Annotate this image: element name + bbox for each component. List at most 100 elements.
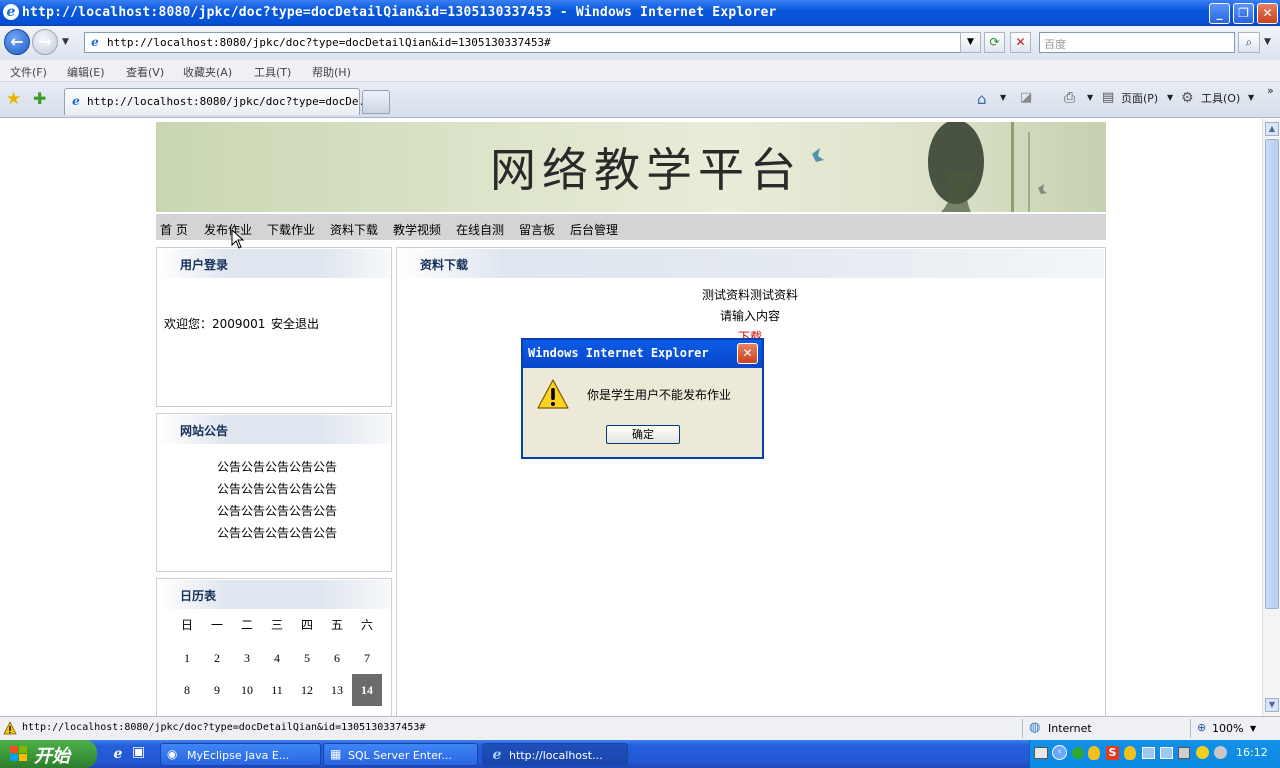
nav-home[interactable]: 首 页 bbox=[160, 221, 188, 238]
task-sql-server[interactable]: ▦ SQL Server Enter... bbox=[323, 743, 478, 766]
calendar-day[interactable]: 7 bbox=[352, 642, 382, 674]
calendar-day[interactable]: 1 bbox=[172, 642, 202, 674]
page-menu-button[interactable]: 页面(P) bbox=[1121, 90, 1158, 106]
login-panel-header: 用户登录 bbox=[158, 249, 390, 278]
weekday-header: 一 bbox=[210, 617, 223, 632]
stop-button[interactable]: ✕ bbox=[1010, 32, 1031, 53]
calendar-panel-title: 日历表 bbox=[180, 589, 217, 603]
calendar-day[interactable]: 8 bbox=[172, 674, 202, 706]
calendar-day[interactable]: 13 bbox=[322, 674, 352, 706]
calendar-day[interactable]: 15 bbox=[172, 706, 202, 717]
calendar-day[interactable]: 12 bbox=[292, 674, 322, 706]
tray-collapse-icon[interactable]: ‹ bbox=[1052, 745, 1067, 760]
calendar-day[interactable]: 18 bbox=[262, 706, 292, 717]
print-icon[interactable]: ⎙ bbox=[1064, 90, 1075, 106]
address-dropdown-icon[interactable]: ▼ bbox=[960, 32, 981, 53]
notice-line[interactable]: 公告公告公告公告公告 bbox=[217, 502, 337, 519]
menu-help[interactable]: 帮助(H) bbox=[312, 64, 351, 80]
sogou-icon[interactable]: S bbox=[1106, 746, 1119, 760]
menu-view[interactable]: 查看(V) bbox=[126, 64, 164, 80]
calendar-day[interactable]: 17 bbox=[232, 706, 262, 717]
scroll-thumb[interactable] bbox=[1265, 139, 1279, 609]
history-dropdown-icon[interactable]: ▼ bbox=[62, 37, 69, 47]
quicklaunch-ie-icon[interactable]: e bbox=[110, 746, 126, 762]
qq-icon[interactable] bbox=[1124, 746, 1136, 760]
nav-download-homework[interactable]: 下载作业 bbox=[267, 221, 315, 238]
calendar-day[interactable]: 4 bbox=[262, 642, 292, 674]
page-dropdown-icon[interactable]: ▼ bbox=[1167, 93, 1173, 102]
nav-message-board[interactable]: 留言板 bbox=[519, 221, 555, 238]
calendar-day[interactable]: 21 bbox=[352, 706, 382, 717]
logout-link[interactable]: 安全退出 bbox=[271, 315, 319, 332]
task-myeclipse[interactable]: ◉ MyEclipse Java E... bbox=[160, 743, 321, 766]
ok-button[interactable]: 确定 bbox=[606, 425, 680, 444]
forward-button[interactable]: → bbox=[32, 29, 58, 55]
menu-favorites[interactable]: 收藏夹(A) bbox=[183, 64, 232, 80]
nav-admin[interactable]: 后台管理 bbox=[570, 221, 618, 238]
tray-app-icon[interactable] bbox=[1178, 747, 1190, 759]
notice-line[interactable]: 公告公告公告公告公告 bbox=[217, 480, 337, 497]
search-input[interactable]: 百度 bbox=[1039, 32, 1235, 53]
favorites-star-icon[interactable]: ★ bbox=[6, 89, 21, 109]
security-zone[interactable]: Internet bbox=[1048, 722, 1092, 735]
calendar-day[interactable]: 10 bbox=[232, 674, 262, 706]
calendar-today[interactable]: 14 bbox=[352, 674, 382, 706]
scroll-up-icon[interactable]: ▲ bbox=[1265, 122, 1279, 136]
search-button[interactable]: ⌕ bbox=[1238, 32, 1260, 53]
start-button[interactable]: 开始 bbox=[0, 740, 97, 768]
status-warning-icon bbox=[3, 721, 17, 735]
dialog-message: 你是学生用户不能发布作业 bbox=[587, 388, 732, 402]
tab-current[interactable]: e http://localhost:8080/jpkc/doc?type=do… bbox=[64, 88, 378, 115]
calendar-day[interactable]: 16 bbox=[202, 706, 232, 717]
clock[interactable]: 16:12 bbox=[1236, 746, 1268, 759]
vertical-scrollbar[interactable]: ▲ ▼ bbox=[1262, 119, 1280, 716]
tray-app-icon[interactable] bbox=[1196, 746, 1209, 759]
network-icon[interactable] bbox=[1142, 747, 1155, 759]
calendar-day[interactable]: 20 bbox=[322, 706, 352, 717]
calendar-day[interactable]: 9 bbox=[202, 674, 232, 706]
qq-icon[interactable] bbox=[1088, 746, 1100, 760]
back-button[interactable]: ← bbox=[4, 29, 30, 55]
print-dropdown-icon[interactable]: ▼ bbox=[1087, 93, 1093, 102]
zoom-level[interactable]: 100% bbox=[1212, 722, 1243, 735]
close-window-button[interactable]: ✕ bbox=[1257, 3, 1278, 24]
minimize-button[interactable]: _ bbox=[1209, 3, 1230, 24]
search-options-icon[interactable]: ▼ bbox=[1264, 37, 1271, 47]
nav-materials-download[interactable]: 资料下载 bbox=[330, 221, 378, 238]
title-bar: e http://localhost:8080/jpkc/doc?type=do… bbox=[0, 0, 1280, 26]
home-dropdown-icon[interactable]: ▼ bbox=[1000, 93, 1006, 102]
network-icon[interactable] bbox=[1160, 747, 1173, 759]
calendar-day[interactable]: 5 bbox=[292, 642, 322, 674]
menu-edit[interactable]: 编辑(E) bbox=[67, 64, 105, 80]
system-tray: ‹ S 16:12 bbox=[1029, 740, 1280, 768]
calendar-day[interactable]: 3 bbox=[232, 642, 262, 674]
feeds-icon[interactable]: ◪ bbox=[1020, 90, 1032, 105]
notice-line[interactable]: 公告公告公告公告公告 bbox=[217, 524, 337, 541]
menu-tools[interactable]: 工具(T) bbox=[254, 64, 291, 80]
tray-app-icon[interactable] bbox=[1072, 747, 1084, 759]
dialog-close-button[interactable]: ✕ bbox=[737, 343, 758, 364]
notice-line[interactable]: 公告公告公告公告公告 bbox=[217, 458, 337, 475]
tools-dropdown-icon[interactable]: ▼ bbox=[1248, 93, 1254, 102]
scroll-down-icon[interactable]: ▼ bbox=[1265, 698, 1279, 712]
zoom-dropdown-icon[interactable]: ▼ bbox=[1250, 724, 1256, 733]
calendar-day[interactable]: 2 bbox=[202, 642, 232, 674]
menu-file[interactable]: 文件(F) bbox=[10, 64, 47, 80]
quicklaunch-icon[interactable]: ▣ bbox=[132, 744, 145, 760]
refresh-button[interactable]: ⟳ bbox=[984, 32, 1005, 53]
more-chevron-icon[interactable]: » bbox=[1267, 84, 1274, 97]
restore-button[interactable]: ❐ bbox=[1233, 3, 1254, 24]
keyboard-icon[interactable] bbox=[1034, 747, 1048, 759]
task-ie[interactable]: e http://localhost... bbox=[482, 743, 628, 766]
tools-menu-button[interactable]: 工具(O) bbox=[1201, 90, 1240, 106]
calendar-day[interactable]: 11 bbox=[262, 674, 292, 706]
new-tab-button[interactable] bbox=[362, 90, 390, 114]
tray-app-icon[interactable] bbox=[1214, 746, 1227, 759]
calendar-day[interactable]: 6 bbox=[322, 642, 352, 674]
nav-online-test[interactable]: 在线自测 bbox=[456, 221, 504, 238]
home-icon[interactable]: ⌂ bbox=[977, 90, 987, 108]
address-input[interactable]: e http://localhost:8080/jpkc/doc?type=do… bbox=[84, 32, 979, 53]
nav-teaching-video[interactable]: 教学视频 bbox=[393, 221, 441, 238]
add-favorite-icon[interactable]: ✚ bbox=[33, 89, 46, 108]
calendar-day[interactable]: 19 bbox=[292, 706, 322, 717]
